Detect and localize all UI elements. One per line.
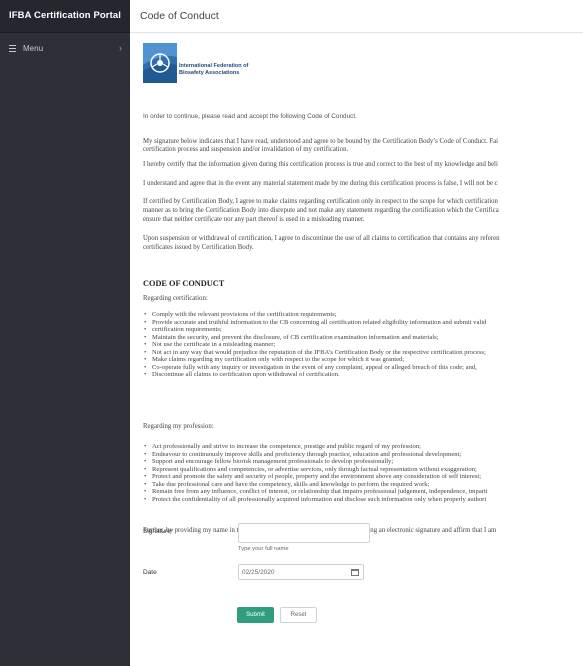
acceptance-form: Signature* Type your full name Date 02/2…: [130, 0, 583, 666]
signature-help-text: Type your full name: [238, 546, 289, 552]
signature-input[interactable]: [238, 523, 370, 543]
calendar-icon[interactable]: [351, 569, 359, 576]
brand-title[interactable]: IFBA Certification Portal: [0, 0, 130, 33]
reset-button[interactable]: Reset: [280, 607, 317, 623]
menu-label: Menu: [23, 43, 44, 53]
menu-icon: [8, 43, 18, 53]
required-mark: *: [170, 528, 174, 535]
date-label: Date: [143, 569, 157, 576]
sidebar: IFBA Certification Portal Menu ›: [0, 0, 130, 666]
date-input[interactable]: 02/25/2020: [238, 564, 364, 580]
signature-label: Signature*: [143, 528, 174, 535]
submit-button[interactable]: Submit: [237, 607, 274, 623]
sidebar-menu-toggle[interactable]: Menu ›: [0, 37, 130, 59]
date-value: 02/25/2020: [242, 569, 275, 576]
chevron-right-icon: ›: [119, 43, 122, 53]
